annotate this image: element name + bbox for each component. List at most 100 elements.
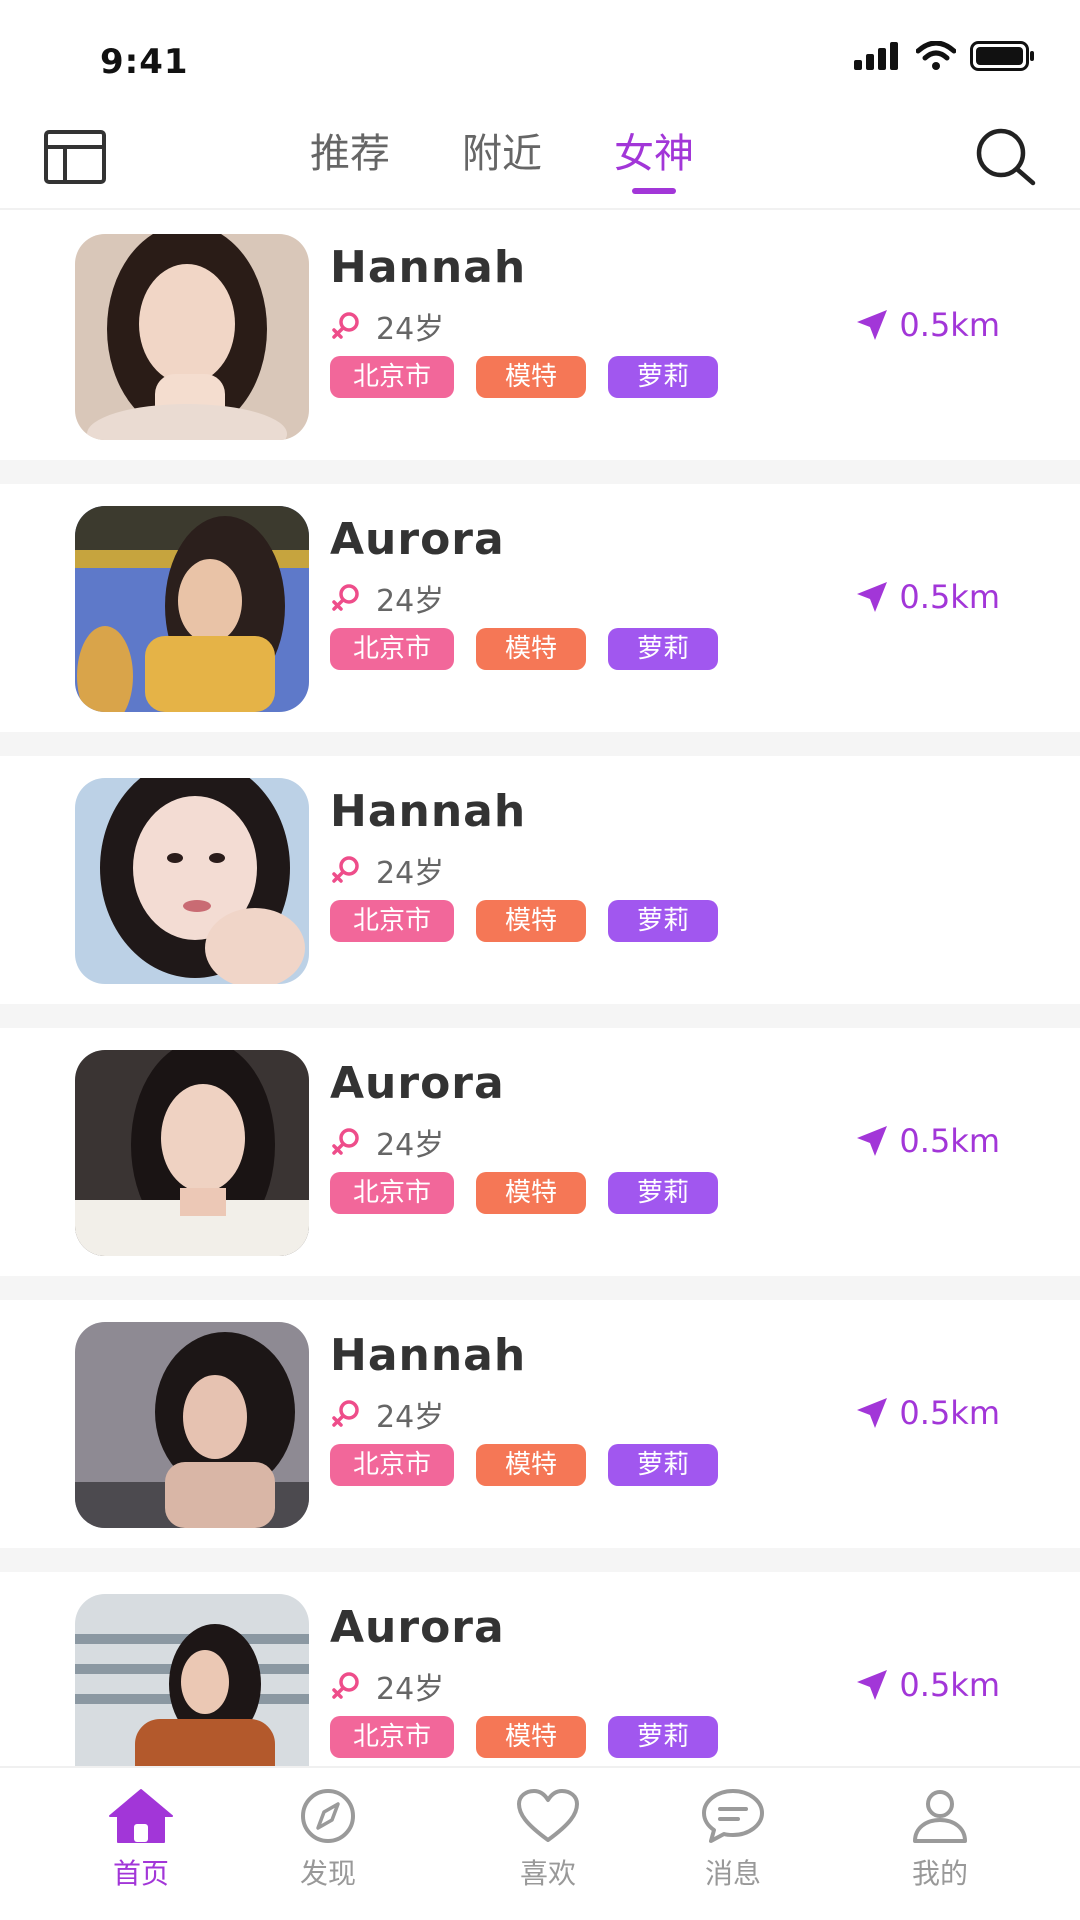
distance-value: 0.5km [899, 578, 1000, 616]
nav-likes-label: 喜欢 [519, 1857, 576, 1890]
app-screen: 9:41 推荐 附近 女神 Hannah 24岁 北京市 模特 萝莉 0.5km… [0, 0, 1080, 1920]
compass-icon [301, 1789, 355, 1843]
location-arrow-icon [857, 310, 888, 340]
profile-photo[interactable] [75, 1594, 309, 1766]
tag-occupation: 模特 [476, 1172, 586, 1214]
profile-tags: 北京市 模特 萝莉 [330, 356, 718, 398]
female-gender-icon [332, 1128, 359, 1155]
profile-photo[interactable] [75, 234, 309, 440]
heart-icon [517, 1789, 579, 1842]
nav-messages[interactable]: 消息 [673, 1788, 793, 1892]
list-divider [0, 1276, 1080, 1300]
tab-nearby[interactable]: 附近 [462, 124, 542, 194]
status-bar: 9:41 [0, 0, 1080, 110]
list-divider [0, 460, 1080, 484]
female-gender-icon [332, 1672, 359, 1699]
profile-card[interactable]: Hannah 24岁 北京市 模特 萝莉 0.5km [0, 212, 1080, 460]
profile-meta: 24岁 [330, 304, 444, 348]
tab-goddess[interactable]: 女神 [614, 124, 694, 194]
profile-photo[interactable] [75, 1050, 309, 1256]
profile-name: Hannah [330, 1330, 527, 1381]
profile-name: Aurora [330, 1058, 505, 1109]
profile-name: Aurora [330, 514, 505, 565]
tag-style: 萝莉 [608, 1444, 718, 1486]
profile-tags: 北京市 模特 萝莉 [330, 628, 718, 670]
female-gender-icon [332, 856, 359, 883]
tag-occupation: 模特 [476, 356, 586, 398]
tab-recommend[interactable]: 推荐 [310, 124, 390, 194]
tag-city: 北京市 [330, 1172, 454, 1214]
search-button[interactable] [970, 122, 1040, 192]
category-tabs: 推荐 附近 女神 [310, 124, 694, 194]
nav-likes[interactable]: 喜欢 [488, 1788, 608, 1892]
profile-name: Aurora [330, 1602, 505, 1653]
profile-card[interactable]: Hannah 24岁 北京市 模特 萝莉 0.5km [0, 1300, 1080, 1548]
female-gender-icon [332, 584, 359, 611]
profile-meta: 24岁 [330, 1120, 444, 1164]
nav-messages-label: 消息 [704, 1857, 761, 1890]
nav-profile[interactable]: 我的 [880, 1788, 1000, 1892]
tag-city: 北京市 [330, 628, 454, 670]
wifi-icon [916, 41, 956, 70]
profile-meta: 24岁 [330, 848, 444, 892]
search-icon [976, 128, 1036, 186]
location-arrow-icon [857, 1670, 888, 1700]
profile-photo[interactable] [75, 506, 309, 712]
list-divider [0, 1548, 1080, 1572]
profile-tags: 北京市 模特 萝莉 [330, 1444, 718, 1486]
profile-photo[interactable] [75, 778, 309, 984]
signal-icon [854, 42, 898, 70]
profile-meta: 24岁 [330, 1664, 444, 1708]
profile-meta: 24岁 [330, 576, 444, 620]
profile-card[interactable]: Aurora 24岁 北京市 模特 萝莉 0.5km [0, 484, 1080, 732]
tag-city: 北京市 [330, 1716, 454, 1758]
nav-home-label: 首页 [112, 1857, 169, 1890]
top-nav: 推荐 附近 女神 [0, 110, 1080, 210]
profile-meta: 24岁 [330, 1392, 444, 1436]
bottom-tab-bar: 首页 发现 喜欢 消息 我的 [0, 1766, 1080, 1920]
tag-city: 北京市 [330, 900, 454, 942]
nav-discover-label: 发现 [299, 1857, 356, 1890]
tag-city: 北京市 [330, 1444, 454, 1486]
distance-value: 0.5km [899, 1394, 1000, 1432]
location-arrow-icon [857, 1126, 888, 1156]
tag-occupation: 模特 [476, 900, 586, 942]
tag-city: 北京市 [330, 356, 454, 398]
nav-home[interactable]: 首页 [81, 1788, 201, 1892]
profile-card[interactable]: Aurora 24岁 北京市 模特 萝莉 0.5km [0, 1028, 1080, 1276]
layout-menu-button[interactable] [40, 126, 110, 188]
profile-card[interactable]: Aurora 24岁 北京市 模特 萝莉 0.5km [0, 1572, 1080, 1766]
profile-tags: 北京市 模特 萝莉 [330, 1172, 718, 1214]
female-gender-icon [332, 312, 359, 339]
profile-age: 24岁 [376, 1400, 445, 1435]
location-arrow-icon [857, 582, 888, 612]
status-time: 9:41 [100, 42, 189, 82]
battery-icon [970, 41, 1034, 71]
profile-photo[interactable] [75, 1322, 309, 1528]
profile-distance: 0.5km [855, 578, 1000, 616]
tag-occupation: 模特 [476, 1716, 586, 1758]
profile-age: 24岁 [376, 1128, 445, 1163]
distance-value: 0.5km [899, 1122, 1000, 1160]
tag-style: 萝莉 [608, 1716, 718, 1758]
location-arrow-icon [857, 1398, 888, 1428]
list-divider [0, 732, 1080, 756]
profile-distance: 0.5km [855, 306, 1000, 344]
tag-occupation: 模特 [476, 1444, 586, 1486]
distance-value: 0.5km [899, 306, 1000, 344]
profile-list: Hannah 24岁 北京市 模特 萝莉 0.5km Aurora 24岁 北京… [0, 212, 1080, 1766]
profile-name: Hannah [330, 242, 527, 293]
profile-age: 24岁 [376, 584, 445, 619]
profile-distance: 0.5km [855, 1394, 1000, 1432]
profile-distance: 0.5km [855, 1122, 1000, 1160]
profile-age: 24岁 [376, 1672, 445, 1707]
nav-profile-label: 我的 [911, 1857, 968, 1890]
user-icon [913, 1790, 967, 1843]
distance-value: 0.5km [899, 1666, 1000, 1704]
profile-card[interactable]: Hannah 24岁 北京市 模特 萝莉 [0, 756, 1080, 1004]
layout-icon [44, 130, 106, 184]
profile-tags: 北京市 模特 萝莉 [330, 900, 718, 942]
tag-occupation: 模特 [476, 628, 586, 670]
message-icon [702, 1789, 764, 1843]
nav-discover[interactable]: 发现 [268, 1788, 388, 1892]
